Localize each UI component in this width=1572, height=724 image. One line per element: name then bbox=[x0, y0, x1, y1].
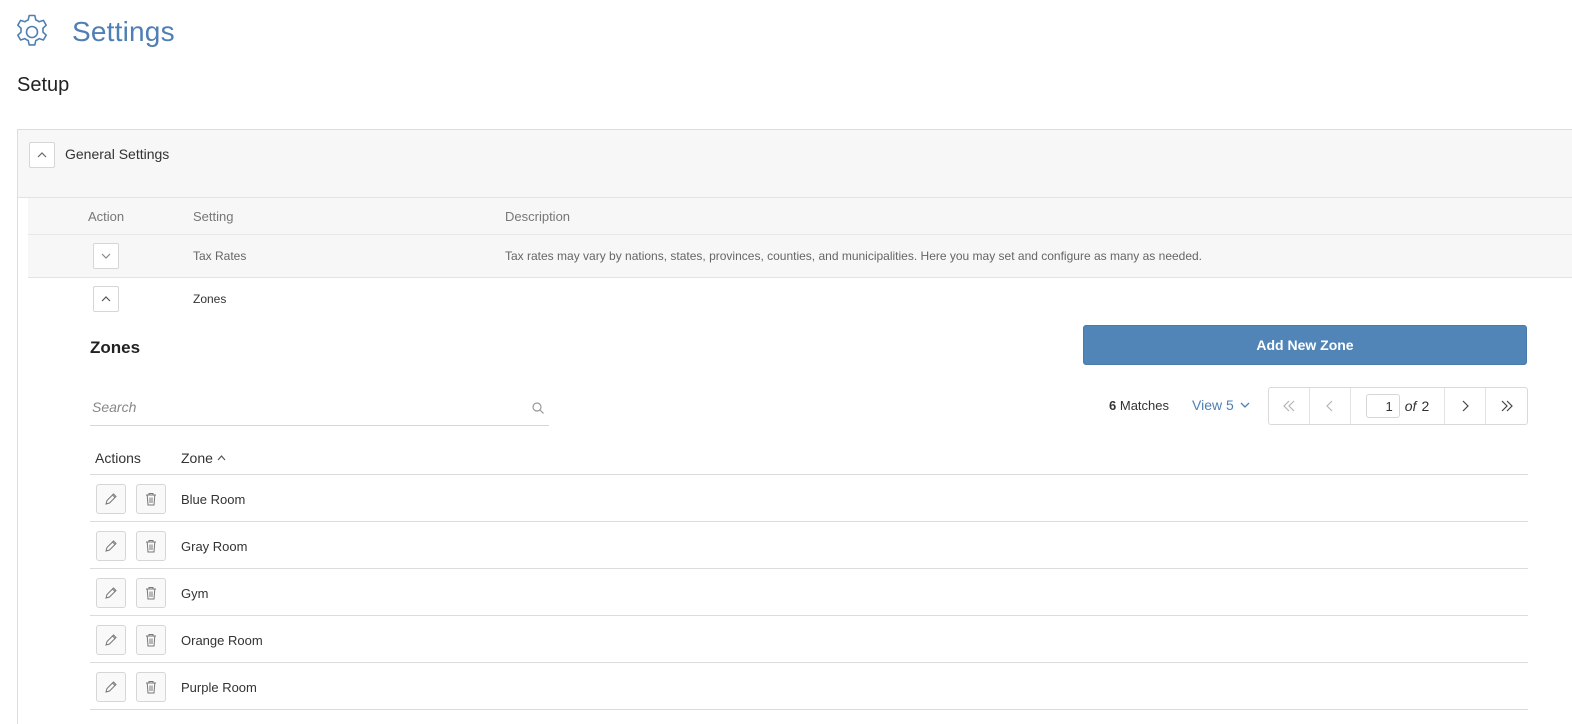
zone-name: Purple Room bbox=[181, 680, 257, 695]
pagination: of 2 bbox=[1268, 387, 1528, 425]
gear-icon bbox=[17, 14, 47, 46]
total-pages: 2 bbox=[1421, 398, 1430, 414]
search-input[interactable] bbox=[92, 396, 512, 418]
first-page-button[interactable] bbox=[1269, 388, 1310, 424]
table-row: Purple Room bbox=[90, 663, 1528, 710]
edit-button[interactable] bbox=[96, 484, 126, 514]
search-icon[interactable] bbox=[531, 401, 545, 415]
delete-button[interactable] bbox=[136, 672, 166, 702]
edit-button[interactable] bbox=[96, 578, 126, 608]
pencil-icon bbox=[105, 493, 117, 505]
chevron-left-icon bbox=[1325, 400, 1333, 412]
page-number-input[interactable] bbox=[1365, 394, 1400, 418]
chevron-right-icon bbox=[1462, 400, 1470, 412]
zones-heading: Zones bbox=[90, 338, 141, 357]
zone-name: Orange Room bbox=[181, 633, 263, 648]
page-indicator: of 2 bbox=[1351, 388, 1446, 424]
setting-description: Tax rates may vary by nations, states, p… bbox=[505, 249, 1203, 263]
table-row: Blue Room bbox=[90, 475, 1528, 522]
expand-tax-rates-button[interactable] bbox=[93, 243, 119, 269]
last-page-button[interactable] bbox=[1486, 388, 1527, 424]
trash-icon bbox=[146, 493, 156, 506]
column-header-zone-sort[interactable]: Zone bbox=[181, 450, 226, 466]
chevron-up-icon bbox=[37, 152, 47, 158]
chevron-up-icon bbox=[101, 296, 111, 302]
edit-button[interactable] bbox=[96, 625, 126, 655]
settings-table-header: Action Setting Description bbox=[28, 198, 1572, 235]
collapse-zones-button[interactable] bbox=[93, 286, 119, 312]
sort-ascending-icon bbox=[217, 455, 226, 461]
section-subtitle: Setup bbox=[17, 74, 70, 96]
panel-header: General Settings bbox=[18, 130, 1572, 198]
trash-icon bbox=[146, 634, 156, 647]
column-header-description: Description bbox=[505, 209, 571, 224]
pencil-icon bbox=[105, 540, 117, 552]
general-settings-panel: General Settings Action Setting Descript… bbox=[17, 129, 1572, 724]
double-chevron-right-icon bbox=[1501, 400, 1513, 412]
page-size-label: View 5 bbox=[1192, 397, 1234, 413]
table-row: Orange Room bbox=[90, 616, 1528, 663]
trash-icon bbox=[146, 681, 156, 694]
collapse-general-settings-button[interactable] bbox=[29, 142, 55, 168]
of-label: of bbox=[1404, 398, 1417, 414]
matches-label: Matches bbox=[1119, 398, 1169, 413]
delete-button[interactable] bbox=[136, 484, 166, 514]
double-chevron-left-icon bbox=[1283, 400, 1295, 412]
edit-button[interactable] bbox=[96, 531, 126, 561]
zones-table: Actions Zone Blue Room Gray Room Gym Ora… bbox=[90, 440, 1528, 710]
edit-button[interactable] bbox=[96, 672, 126, 702]
page-header: Settings bbox=[12, 12, 175, 52]
trash-icon bbox=[146, 587, 156, 600]
delete-button[interactable] bbox=[136, 625, 166, 655]
zone-name: Gray Room bbox=[181, 539, 248, 554]
setting-row-tax-rates: Tax Rates Tax rates may vary by nations,… bbox=[28, 235, 1572, 278]
matches-number: 6 bbox=[1109, 398, 1117, 413]
table-row: Gray Room bbox=[90, 522, 1528, 569]
delete-button[interactable] bbox=[136, 531, 166, 561]
setting-row-zones: Zones bbox=[28, 278, 1572, 321]
search-box bbox=[90, 388, 549, 426]
chevron-down-icon bbox=[1240, 402, 1250, 408]
add-new-zone-button[interactable]: Add New Zone bbox=[1083, 325, 1527, 365]
column-header-setting: Setting bbox=[193, 209, 234, 224]
previous-page-button[interactable] bbox=[1310, 388, 1351, 424]
setting-name: Zones bbox=[193, 292, 227, 306]
matches-count: 6 Matches bbox=[1109, 398, 1169, 413]
chevron-down-icon bbox=[101, 253, 111, 259]
column-header-actions: Actions bbox=[95, 450, 141, 466]
page-title: Settings bbox=[72, 16, 175, 47]
table-row: Gym bbox=[90, 569, 1528, 616]
next-page-button[interactable] bbox=[1445, 388, 1487, 424]
pencil-icon bbox=[105, 634, 117, 646]
zones-table-header: Actions Zone bbox=[90, 440, 1528, 475]
zone-name: Gym bbox=[181, 586, 209, 601]
column-header-zone-label: Zone bbox=[181, 450, 213, 466]
pencil-icon bbox=[105, 587, 117, 599]
setting-name: Tax Rates bbox=[193, 249, 247, 263]
delete-button[interactable] bbox=[136, 578, 166, 608]
column-header-action: Action bbox=[88, 209, 125, 224]
page-size-dropdown[interactable]: View 5 bbox=[1192, 397, 1250, 413]
trash-icon bbox=[146, 540, 156, 553]
panel-title: General Settings bbox=[65, 146, 170, 162]
zone-name: Blue Room bbox=[181, 492, 246, 507]
pencil-icon bbox=[105, 681, 117, 693]
